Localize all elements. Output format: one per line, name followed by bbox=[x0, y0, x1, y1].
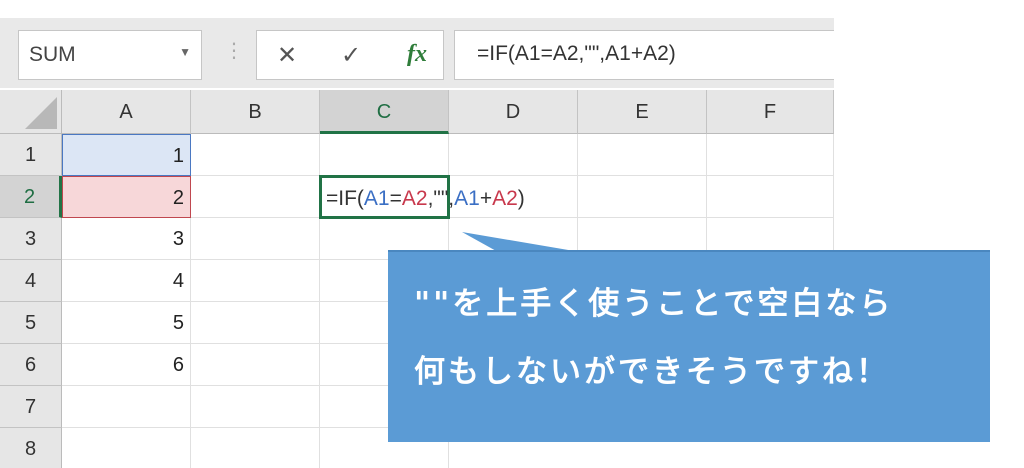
cell-b8[interactable] bbox=[191, 428, 320, 468]
cell-a1-value: 1 bbox=[172, 145, 184, 167]
cell-e1[interactable] bbox=[578, 134, 707, 176]
row-header-7[interactable]: 7 bbox=[0, 386, 62, 428]
row-header-6[interactable]: 6 bbox=[0, 344, 62, 386]
formula-token: + bbox=[479, 187, 493, 210]
formula-token-ref-a1: A1 bbox=[454, 187, 480, 210]
cell-a6[interactable]: 6 bbox=[62, 344, 191, 386]
row-header-1[interactable]: 1 bbox=[0, 134, 62, 176]
cell-c2-active[interactable]: =IF(A1=A2,"",A1+A2) bbox=[319, 175, 525, 219]
cell-b5[interactable] bbox=[191, 302, 320, 344]
insert-function-icon[interactable]: fx bbox=[407, 41, 427, 68]
cell-f1[interactable] bbox=[707, 134, 834, 176]
formula-token-ref-a2: A2 bbox=[492, 187, 518, 210]
formula-buttons: ✕ ✓ fx bbox=[256, 30, 444, 80]
row-header-2[interactable]: 2 bbox=[0, 176, 62, 218]
name-box[interactable]: SUM ▼ bbox=[18, 30, 202, 80]
cell-a1[interactable]: 1 bbox=[62, 134, 191, 176]
cell-a4-value: 4 bbox=[172, 270, 184, 292]
formula-token: =IF( bbox=[326, 187, 364, 210]
row-header-5[interactable]: 5 bbox=[0, 302, 62, 344]
cancel-icon[interactable]: ✕ bbox=[277, 41, 297, 70]
cell-e2[interactable] bbox=[578, 176, 707, 218]
column-header-c[interactable]: C bbox=[320, 90, 449, 134]
select-all-corner[interactable] bbox=[0, 90, 62, 134]
row-header-8[interactable]: 8 bbox=[0, 428, 62, 468]
column-header-f[interactable]: F bbox=[707, 90, 834, 134]
formula-token: = bbox=[389, 187, 402, 210]
formula-bar: SUM ▼ ⋮ ✕ ✓ fx =IF(A1=A2,"",A1+A2) bbox=[0, 18, 834, 88]
cell-a5-value: 5 bbox=[172, 312, 184, 334]
cell-c2-formula: =IF(A1=A2,"",A1+A2) bbox=[326, 178, 525, 220]
cell-a2-value: 2 bbox=[172, 187, 184, 209]
formula-text: =IF(A1=A2,"",A1+A2) bbox=[477, 42, 676, 65]
drag-handle-icon[interactable]: ⋮ bbox=[224, 38, 244, 63]
cell-a7[interactable] bbox=[62, 386, 191, 428]
cell-a4[interactable]: 4 bbox=[62, 260, 191, 302]
callout-line-2: 何もしないができそうですね！ bbox=[414, 354, 890, 390]
row-header-4[interactable]: 4 bbox=[0, 260, 62, 302]
cell-a2[interactable]: 2 bbox=[62, 176, 191, 218]
cell-a3[interactable]: 3 bbox=[62, 218, 191, 260]
row-header-3[interactable]: 3 bbox=[0, 218, 62, 260]
cell-a5[interactable]: 5 bbox=[62, 302, 191, 344]
formula-token: ,"", bbox=[427, 187, 455, 210]
cell-b3[interactable] bbox=[191, 218, 320, 260]
cell-b2[interactable] bbox=[191, 176, 320, 218]
cell-b4[interactable] bbox=[191, 260, 320, 302]
formula-token-ref-a2: A2 bbox=[401, 187, 428, 210]
cell-c1[interactable] bbox=[320, 134, 449, 176]
formula-input[interactable]: =IF(A1=A2,"",A1+A2) bbox=[454, 30, 834, 80]
checkmark-icon[interactable]: ✓ bbox=[341, 41, 361, 70]
formula-token-ref-a1: A1 bbox=[363, 187, 390, 210]
column-header-a[interactable]: A bbox=[62, 90, 191, 134]
name-box-value: SUM bbox=[29, 43, 76, 66]
cell-b1[interactable] bbox=[191, 134, 320, 176]
column-header-d[interactable]: D bbox=[449, 90, 578, 134]
cell-d1[interactable] bbox=[449, 134, 578, 176]
cell-b6[interactable] bbox=[191, 344, 320, 386]
cell-f2[interactable] bbox=[707, 176, 834, 218]
callout-line-1: ""を上手く使うことで空白なら bbox=[414, 286, 894, 322]
select-all-triangle-icon bbox=[25, 97, 57, 129]
column-header-e[interactable]: E bbox=[578, 90, 707, 134]
cell-b7[interactable] bbox=[191, 386, 320, 428]
cell-a6-value: 6 bbox=[172, 354, 184, 376]
formula-token: ) bbox=[517, 187, 525, 210]
callout-bubble: ""を上手く使うことで空白なら 何もしないができそうですね！ bbox=[388, 250, 990, 442]
column-header-b[interactable]: B bbox=[191, 90, 320, 134]
chevron-down-icon[interactable]: ▼ bbox=[179, 45, 191, 59]
cell-a3-value: 3 bbox=[172, 228, 184, 250]
cell-a8[interactable] bbox=[62, 428, 191, 468]
